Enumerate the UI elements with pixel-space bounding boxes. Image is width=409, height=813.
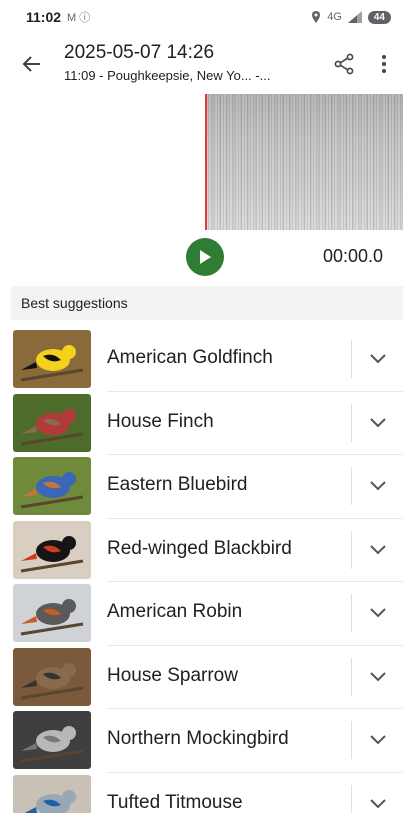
play-icon xyxy=(200,250,211,264)
bird-image xyxy=(13,647,91,706)
bird-thumbnail xyxy=(13,774,91,813)
chevron-down-icon xyxy=(370,354,386,364)
species-name: House Finch xyxy=(107,410,214,432)
suggestions-header: Best suggestions xyxy=(11,286,403,320)
share-icon xyxy=(334,53,354,75)
divider xyxy=(351,467,352,505)
back-button[interactable] xyxy=(18,50,46,78)
app-bar: 2025-05-07 14:26 11:09 - Poughkeepsie, N… xyxy=(0,38,409,90)
divider xyxy=(351,721,352,759)
list-item[interactable]: American Goldfinch xyxy=(0,328,409,392)
list-item[interactable]: Red-winged Blackbird xyxy=(0,519,409,582)
chevron-down-icon xyxy=(370,481,386,491)
bird-head xyxy=(62,472,76,486)
status-bar: 11:02 M ⓘ 4G 44 xyxy=(0,0,409,34)
share-button[interactable] xyxy=(330,50,358,78)
chevron-down-icon xyxy=(370,544,386,554)
bird-thumbnail xyxy=(13,457,91,515)
bird-thumbnail xyxy=(13,393,91,452)
page-title: 2025-05-07 14:26 xyxy=(64,42,215,63)
expand-button[interactable] xyxy=(366,792,390,813)
bird-image xyxy=(13,584,91,642)
species-name: Northern Mockingbird xyxy=(107,728,289,749)
status-time: 11:02 xyxy=(26,9,62,25)
more-vert-icon xyxy=(382,55,386,73)
chevron-down-icon xyxy=(370,608,386,618)
bird-thumbnail xyxy=(13,647,91,706)
playback-time: 00:00.0 xyxy=(322,246,383,266)
bird-image xyxy=(13,520,91,579)
bird-image xyxy=(13,330,91,388)
divider xyxy=(351,530,352,569)
list-item[interactable]: House Sparrow xyxy=(0,646,409,709)
page-subtitle: 11:09 - Poughkeepsie, New Yo... -... xyxy=(64,68,271,83)
bird-thumbnail xyxy=(13,520,91,579)
location-icon xyxy=(312,11,321,23)
battery-badge: 44 xyxy=(367,10,391,24)
list-item[interactable]: Northern Mockingbird xyxy=(0,709,409,773)
signal-icon xyxy=(347,11,362,23)
bird-thumbnail xyxy=(13,330,91,388)
list-item[interactable]: American Robin xyxy=(0,582,409,646)
expand-button[interactable] xyxy=(366,474,390,498)
bird-head xyxy=(62,662,76,677)
bird-head xyxy=(62,726,76,740)
bird-image xyxy=(13,711,91,769)
bird-head xyxy=(62,408,76,423)
divider xyxy=(351,657,352,696)
list-item[interactable]: Tufted Titmouse xyxy=(0,773,409,813)
expand-button[interactable] xyxy=(366,728,390,752)
species-name: Red-winged Blackbird xyxy=(107,537,292,559)
expand-button[interactable] xyxy=(366,411,390,435)
chevron-down-icon xyxy=(370,671,386,681)
list-item[interactable]: House Finch xyxy=(0,392,409,455)
divider xyxy=(351,784,352,813)
expand-button[interactable] xyxy=(366,665,390,689)
expand-button[interactable] xyxy=(366,601,390,625)
bird-image xyxy=(13,774,91,813)
divider xyxy=(351,594,352,632)
notification-icons: M ⓘ xyxy=(67,12,91,24)
bird-head xyxy=(62,599,76,613)
bird-image xyxy=(13,457,91,515)
more-options-button[interactable] xyxy=(372,50,396,78)
expand-button[interactable] xyxy=(366,347,390,371)
play-button[interactable] xyxy=(186,238,224,276)
species-name: House Sparrow xyxy=(107,664,238,686)
bird-head xyxy=(62,789,76,804)
species-name: Eastern Bluebird xyxy=(107,474,248,495)
suggestion-list: American Goldfinch House Finch Eastern Blu… xyxy=(0,328,409,813)
bird-head xyxy=(62,345,76,359)
playhead[interactable] xyxy=(205,94,207,230)
bird-thumbnail xyxy=(13,584,91,642)
species-name: Tufted Titmouse xyxy=(107,791,243,813)
bird-thumbnail xyxy=(13,711,91,769)
species-name: American Robin xyxy=(107,601,243,622)
spectrogram[interactable] xyxy=(205,94,403,230)
chevron-down-icon xyxy=(370,417,386,427)
species-name: American Goldfinch xyxy=(107,347,273,368)
chevron-down-icon xyxy=(370,798,386,808)
expand-button[interactable] xyxy=(366,538,390,562)
network-label: 4G xyxy=(327,11,342,23)
bird-image xyxy=(13,393,91,452)
divider xyxy=(351,340,352,378)
bird-head xyxy=(62,535,76,550)
divider xyxy=(351,403,352,442)
arrow-left-icon xyxy=(22,56,40,72)
chevron-down-icon xyxy=(370,735,386,745)
list-item[interactable]: Eastern Bluebird xyxy=(0,455,409,519)
